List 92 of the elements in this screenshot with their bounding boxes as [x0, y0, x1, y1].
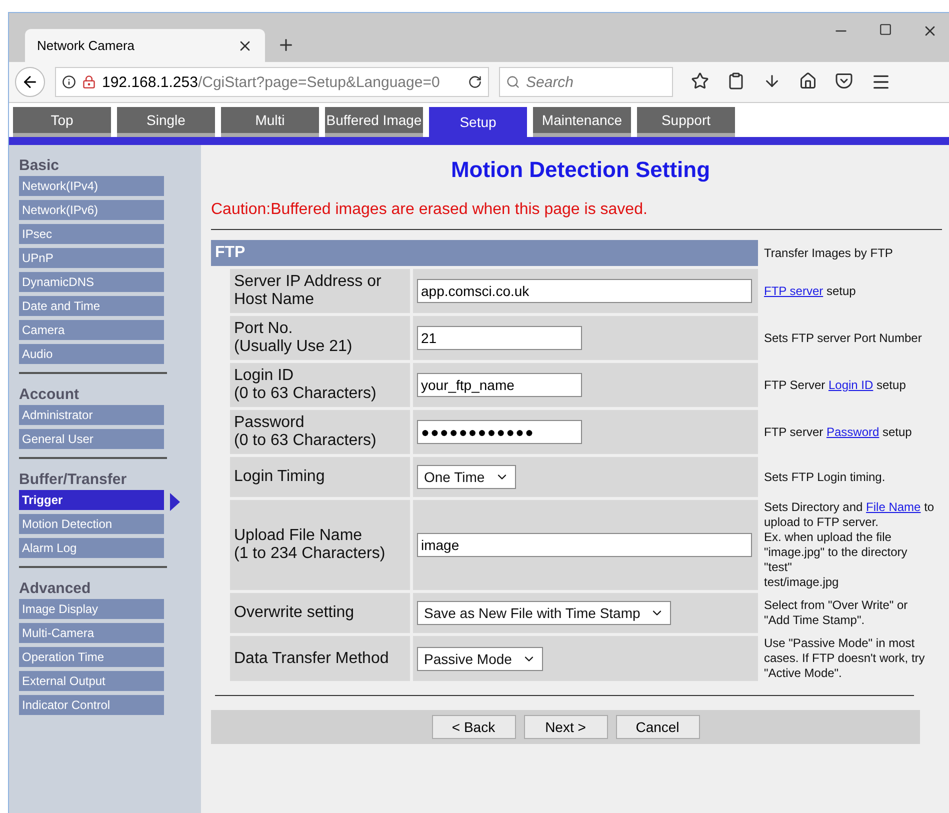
help-text: Use "Passive Mode" in most [764, 636, 915, 650]
nav-tab[interactable]: Multi [221, 107, 319, 137]
caution-message: Caution:Buffered images are erased when this page is saved. [211, 201, 648, 219]
password-field[interactable]: ●●●●●●●●●●●● [417, 420, 582, 444]
help-text: FTP server [764, 424, 824, 438]
reload-icon[interactable] [468, 75, 482, 89]
help-text: Select from "Over Write" or [764, 598, 908, 612]
sidebar-item[interactable]: Administrator [19, 405, 164, 425]
field-label: Port No. [234, 320, 294, 338]
nav-tab[interactable]: Maintenance [533, 107, 631, 137]
dropdown[interactable]: Passive Mode [417, 646, 543, 670]
field-label: Upload File Name [234, 527, 364, 545]
sidebar-item[interactable]: IPsec [19, 224, 164, 244]
nav-tab[interactable]: Setup [429, 107, 527, 137]
sidebar-heading: Account [19, 386, 80, 403]
sidebar-item[interactable]: Motion Detection [19, 514, 164, 534]
form-button[interactable]: Cancel [616, 715, 700, 739]
section-header: FTP [211, 240, 758, 266]
help-text: setup [876, 378, 906, 392]
clipboard-icon[interactable] [727, 72, 745, 92]
field-label: (0 to 63 Characters) [234, 385, 378, 403]
help-text: cases. If FTP doesn't work, try [764, 651, 925, 665]
sidebar-item[interactable]: Camera [19, 320, 164, 340]
field-label: (0 to 63 Characters) [234, 432, 378, 450]
help-text: "image.jpg" to the directory [764, 545, 908, 559]
browser-tab[interactable]: Network Camera [25, 29, 265, 62]
help-link[interactable]: Login ID [828, 378, 874, 392]
sidebar-item[interactable]: Network(IPv4) [19, 176, 164, 196]
help-text: "test" [764, 560, 792, 574]
sidebar-item[interactable]: Operation Time [19, 647, 164, 667]
input-field[interactable]: your_ftp_name [417, 373, 582, 397]
form-button[interactable]: Next > [524, 715, 608, 739]
nav-tab[interactable]: Single [117, 107, 215, 137]
sidebar-item[interactable]: DynamicDNS [19, 272, 164, 292]
dropdown[interactable]: Save as New File with Time Stamp [417, 601, 672, 625]
sidebar-heading: Advanced [19, 580, 92, 597]
field-label: (1 to 234 Characters) [234, 545, 386, 563]
field-label: Overwrite setting [234, 604, 356, 622]
field-label: Server IP Address or [234, 273, 382, 291]
help-text: "Active Mode". [764, 666, 842, 680]
help-text: setup [881, 424, 912, 438]
sidebar-item[interactable]: Multi-Camera [19, 623, 164, 643]
field-label: Login ID [234, 367, 295, 385]
sidebar-item[interactable]: Indicator Control [19, 695, 164, 715]
info-icon[interactable] [62, 75, 76, 89]
url-text: 192.168.1.253/CgiStart?page=Setup&Language=0 [102, 74, 440, 90]
sidebar-item[interactable]: Trigger [19, 490, 164, 510]
plus-icon[interactable] [277, 36, 295, 54]
help-text: FTP Server [764, 378, 826, 392]
lock-icon [82, 75, 96, 89]
sidebar-item[interactable]: Alarm Log [19, 538, 164, 558]
sidebar-item[interactable]: External Output [19, 671, 164, 691]
input-field[interactable]: image [417, 533, 752, 557]
field-label: Login Timing [234, 468, 326, 486]
field-label: Host Name [234, 291, 316, 309]
sidebar-item[interactable]: General User [19, 429, 164, 449]
pointer-icon [170, 493, 180, 511]
nav-tab[interactable]: Support [637, 107, 735, 137]
help-link[interactable]: File Name [866, 500, 921, 514]
sidebar-item[interactable]: Network(IPv6) [19, 200, 164, 220]
help-text: Sets FTP Login timing. [764, 470, 886, 484]
help-text: test/image.jpg [764, 575, 839, 589]
sidebar-item[interactable]: Audio [19, 344, 164, 364]
sidebar-heading: Buffer/Transfer [19, 471, 128, 488]
field-label: Password [234, 414, 306, 432]
field-label: (Usually Use 21) [234, 338, 354, 356]
help-link[interactable]: FTP server [764, 284, 824, 298]
sidebar-item[interactable]: UPnP [19, 248, 164, 268]
help-text: upload to FTP server. [764, 515, 879, 529]
form-button[interactable]: < Back [432, 715, 516, 739]
help-link[interactable]: Password [826, 424, 880, 438]
back-button[interactable] [15, 67, 45, 97]
help-text: Transfer Images by FTP [764, 246, 894, 260]
help-text: Ex. when upload the file [764, 530, 892, 544]
nav-tab[interactable]: Buffered Image [325, 107, 423, 137]
sidebar-heading: Basic [19, 157, 60, 174]
help-text: Sets Directory and [764, 500, 864, 514]
input-field[interactable]: 21 [417, 326, 582, 350]
field-label: Data Transfer Method [234, 650, 390, 668]
sidebar-item[interactable]: Image Display [19, 599, 164, 619]
page-title: Motion Detection Setting [450, 157, 712, 183]
search-icon [506, 75, 520, 89]
address-bar[interactable]: 192.168.1.253/CgiStart?page=Setup&Language=0 [55, 67, 489, 97]
search-field[interactable]: Search [499, 67, 673, 97]
nav-tab[interactable]: Top [13, 107, 111, 137]
help-text: to [923, 500, 934, 514]
sidebar-item[interactable]: Date and Time [19, 296, 164, 316]
dropdown[interactable]: One Time [417, 465, 516, 489]
help-text: "Add Time Stamp". [764, 613, 865, 627]
help-text: Sets FTP server Port Number [764, 330, 922, 344]
input-field[interactable]: app.comsci.co.uk [417, 279, 752, 303]
help-text: setup [825, 284, 856, 298]
